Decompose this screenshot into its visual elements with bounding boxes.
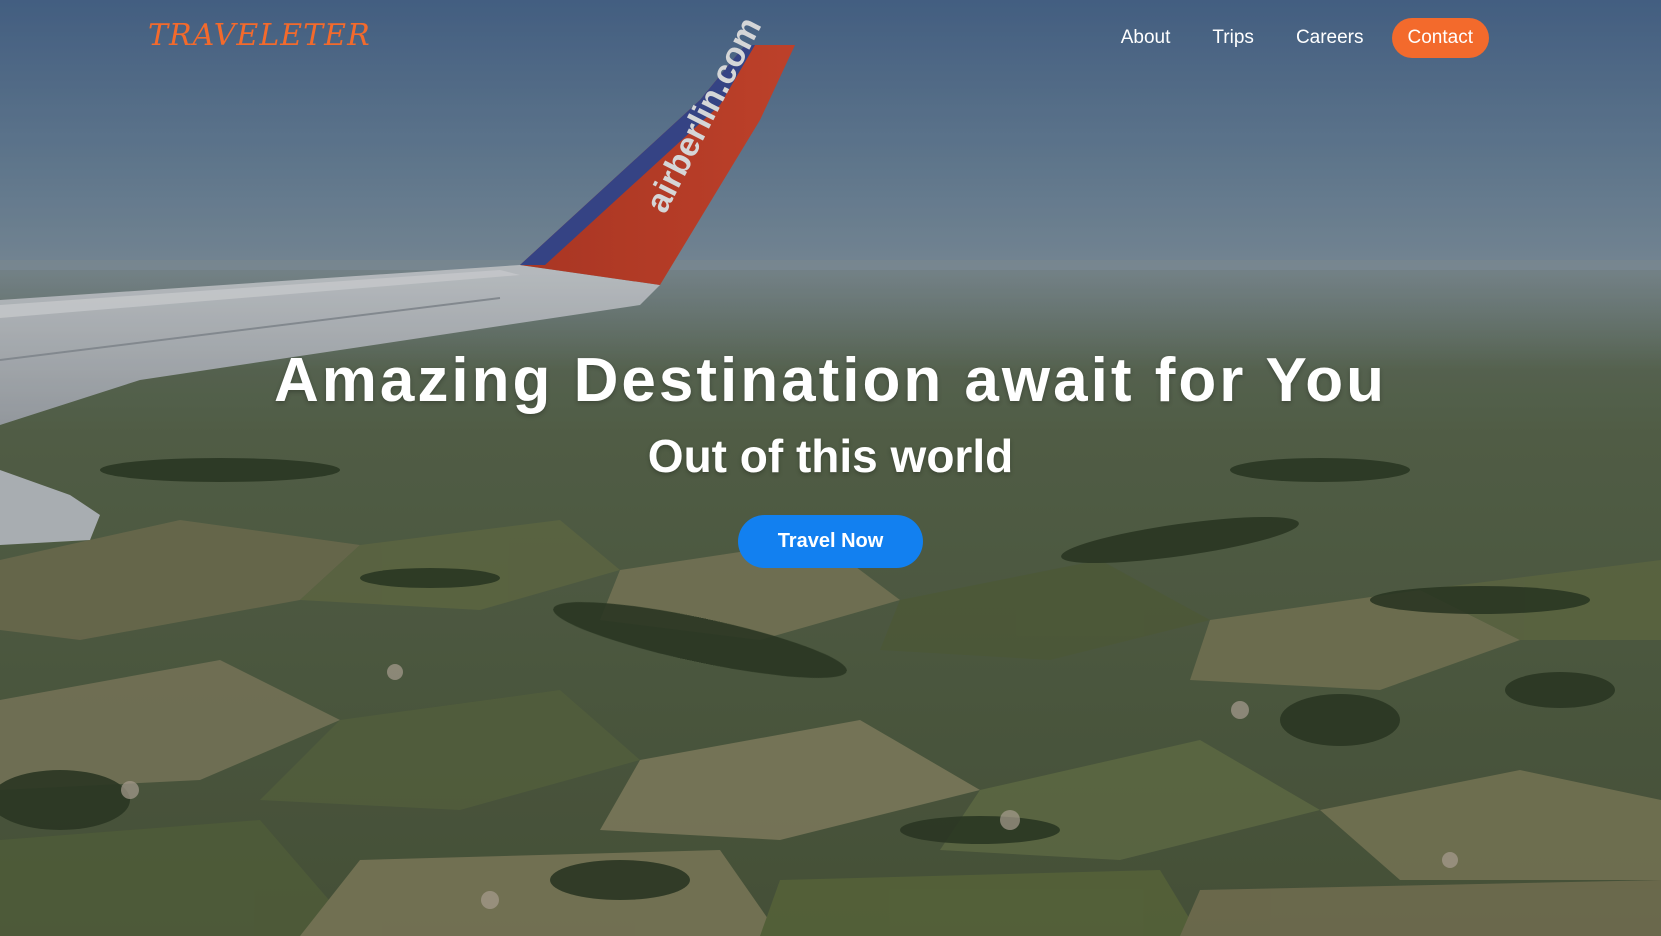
nav-link-trips[interactable]: Trips xyxy=(1198,19,1268,57)
hero-subtitle: Out of this world xyxy=(647,430,1014,483)
hero-content: Amazing Destination await for You Out of… xyxy=(0,345,1661,569)
nav-link-about[interactable]: About xyxy=(1107,19,1185,57)
hero-section: airberlin.com TRAVELETER About Trips Car… xyxy=(0,0,1661,936)
nav-links: About Trips Careers Contact xyxy=(1107,18,1489,58)
nav-link-careers[interactable]: Careers xyxy=(1282,19,1378,57)
brand-logo[interactable]: TRAVELETER xyxy=(148,18,371,53)
hero-title: Amazing Destination await for You xyxy=(274,346,1387,415)
top-navbar: TRAVELETER About Trips Careers Contact xyxy=(0,0,1661,76)
nav-link-contact[interactable]: Contact xyxy=(1391,18,1489,58)
travel-now-button[interactable]: Travel Now xyxy=(737,515,924,569)
